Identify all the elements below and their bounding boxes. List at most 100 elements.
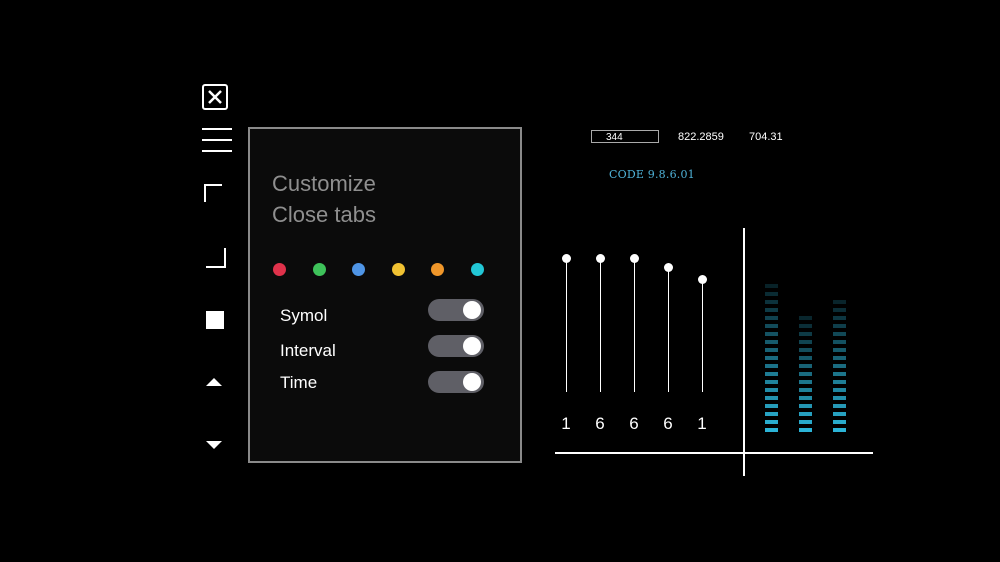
triangle-up-icon[interactable] <box>206 378 222 386</box>
panel-subtitle: Close tabs <box>272 202 376 227</box>
menu-button[interactable] <box>202 126 232 154</box>
toggle-knob <box>463 337 481 355</box>
meter-segment <box>765 428 778 432</box>
panel-title: Customize <box>272 171 376 196</box>
slider-value-label: 1 <box>697 414 707 433</box>
readout-value-3: 704.31 <box>749 131 783 143</box>
slider-track <box>566 258 567 392</box>
readout-value-2: 822.2859 <box>678 131 724 143</box>
meter-segment <box>765 372 778 376</box>
option-label-symol: Symol <box>280 306 328 325</box>
close-button[interactable] <box>202 84 228 110</box>
toggle-interval[interactable] <box>428 335 484 357</box>
meter-segment <box>765 364 778 368</box>
corner-top-left-icon[interactable] <box>204 184 222 202</box>
slider-track <box>702 279 703 392</box>
color-dot[interactable] <box>273 263 286 276</box>
stop-icon[interactable] <box>206 311 224 329</box>
color-dot[interactable] <box>312 263 326 276</box>
meter-segment <box>765 284 778 288</box>
option-label-interval: Interval <box>280 341 336 360</box>
meter-segment <box>833 364 846 368</box>
meter-segment <box>765 340 778 344</box>
meter-segment <box>799 332 812 336</box>
meter-segment <box>765 404 778 408</box>
slider-track <box>634 258 635 392</box>
slider-track <box>668 267 669 392</box>
meter-segment <box>765 380 778 384</box>
meter-segment <box>833 372 846 376</box>
meter-segment <box>765 388 778 392</box>
meter-segment <box>799 388 812 392</box>
code-label: CODE 9.8.6.01 <box>609 168 695 181</box>
meter-segment <box>833 348 846 352</box>
slider-knob[interactable] <box>630 254 639 263</box>
meter-segment <box>799 412 812 416</box>
meter-segment <box>765 316 778 320</box>
meter-segment <box>799 356 812 360</box>
color-dot[interactable] <box>352 263 366 276</box>
toggle-time[interactable] <box>428 371 484 393</box>
option-label-time: Time <box>280 373 318 392</box>
meter-segment <box>833 316 846 320</box>
menu-icon <box>202 128 232 130</box>
meter-segment <box>799 404 812 408</box>
meter-segment <box>799 420 812 424</box>
meter-segment <box>765 300 778 304</box>
slider-value-label: 1 <box>561 414 571 433</box>
meter-segment <box>799 340 812 344</box>
meter-segment <box>833 332 846 336</box>
meter-segment <box>765 396 778 400</box>
color-dot[interactable] <box>431 263 445 276</box>
meter-segment <box>765 348 778 352</box>
meter-segment <box>799 364 812 368</box>
meter-segment <box>799 348 812 352</box>
slider-knob[interactable] <box>664 263 673 272</box>
meter-segment <box>799 316 812 320</box>
close-icon <box>208 90 222 104</box>
slider-knob[interactable] <box>562 254 571 263</box>
meter-segment <box>833 356 846 360</box>
meter-segment <box>765 332 778 336</box>
slider-value-label: 6 <box>629 414 639 433</box>
meter-segment <box>833 396 846 400</box>
meter-segment <box>799 396 812 400</box>
toggle-knob <box>463 301 481 319</box>
customize-panel: Customize Close tabs Symol Interval Time <box>248 127 522 463</box>
slider-value-label: 6 <box>595 414 605 433</box>
color-dot[interactable] <box>391 263 405 276</box>
slider-value-label: 6 <box>663 414 673 433</box>
menu-icon-bar <box>202 150 232 152</box>
corner-bottom-right-icon[interactable] <box>206 248 226 268</box>
meter-segment <box>833 308 846 312</box>
meter-segment <box>765 356 778 360</box>
meter-segment <box>833 340 846 344</box>
meter-segment <box>833 324 846 328</box>
meter-segment <box>799 324 812 328</box>
meter-segment <box>833 388 846 392</box>
color-dot[interactable] <box>471 263 484 276</box>
slider-knob[interactable] <box>698 275 707 284</box>
meter-segment <box>833 420 846 424</box>
meter-segment <box>833 404 846 408</box>
meter-segment <box>765 292 778 296</box>
x-axis-line <box>555 452 873 454</box>
meter-segment <box>833 380 846 384</box>
readout-input[interactable]: 344 <box>591 130 659 143</box>
meter-segment <box>833 428 846 432</box>
meter-segment <box>833 300 846 304</box>
meter-segment <box>799 380 812 384</box>
meter-segment <box>765 308 778 312</box>
meter-segment <box>799 428 812 432</box>
meter-segment <box>833 412 846 416</box>
meter-segment <box>799 372 812 376</box>
meter-segment <box>765 420 778 424</box>
menu-icon-bar <box>202 139 232 141</box>
slider-knob[interactable] <box>596 254 605 263</box>
triangle-down-icon[interactable] <box>206 441 222 449</box>
slider-track <box>600 258 601 392</box>
toggle-symol[interactable] <box>428 299 484 321</box>
y-axis-line <box>743 228 745 476</box>
toggle-knob <box>463 373 481 391</box>
meter-segment <box>765 412 778 416</box>
